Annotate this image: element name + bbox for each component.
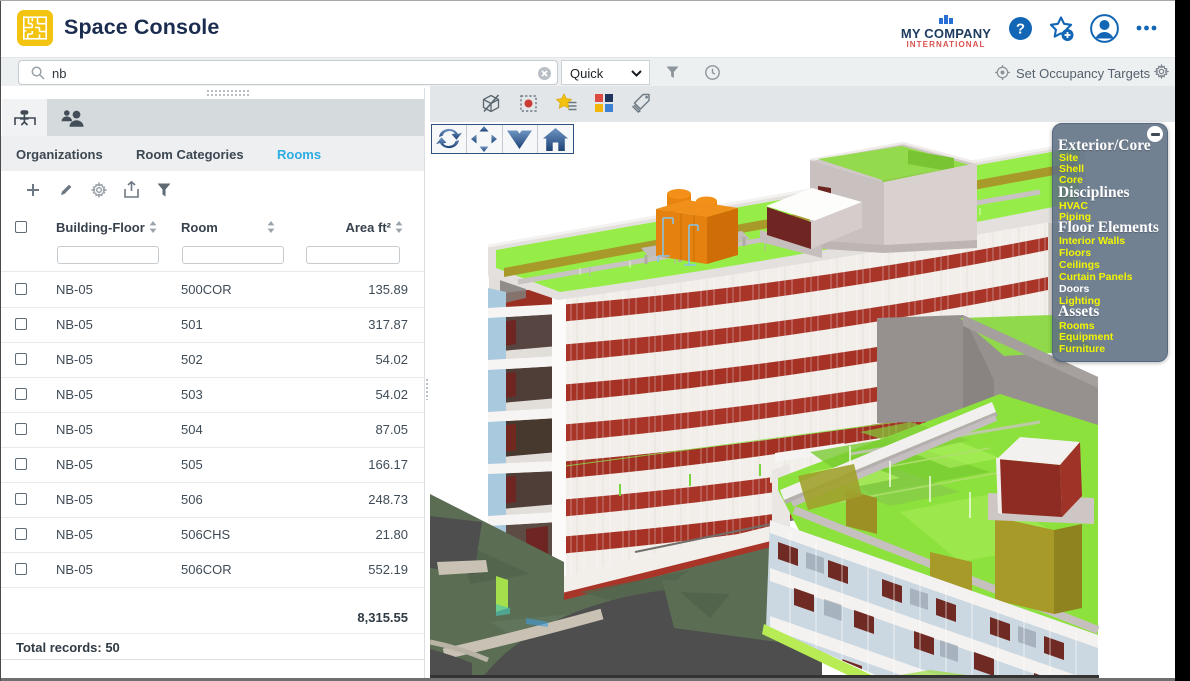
svg-text:?: ?: [1016, 21, 1025, 38]
